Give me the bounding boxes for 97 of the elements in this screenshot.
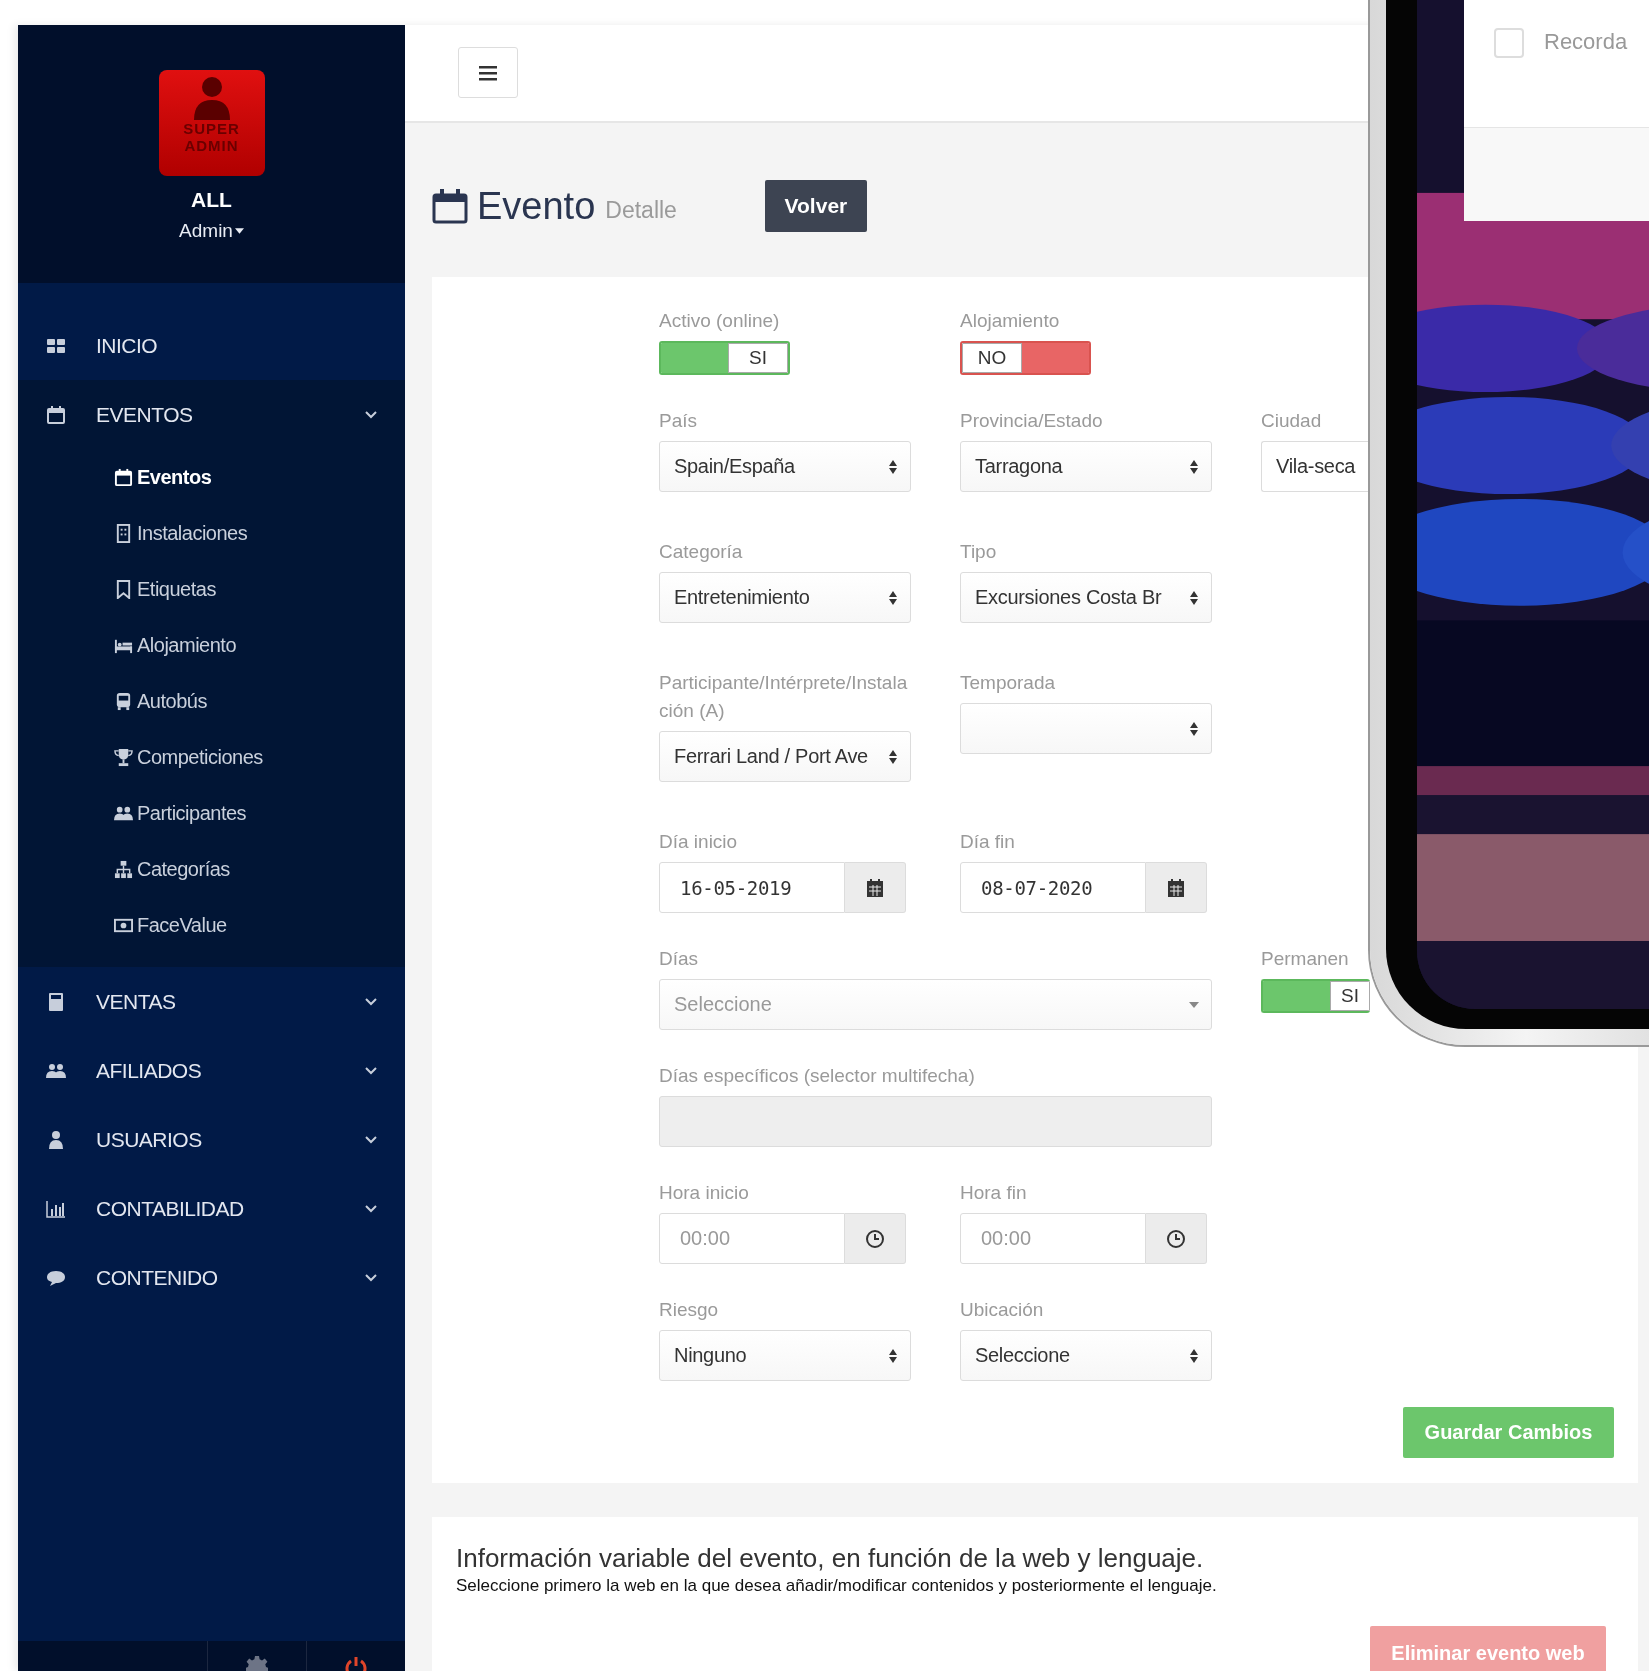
sort-arrows-icon — [1189, 589, 1199, 606]
page-subtitle: Detalle — [605, 196, 677, 224]
submenu-item[interactable]: Instalaciones — [18, 505, 405, 561]
menu-icon — [479, 64, 497, 81]
sort-arrows-icon — [1189, 720, 1199, 737]
submenu-item[interactable]: FaceValue — [18, 897, 405, 953]
calendar-icon — [432, 187, 468, 225]
sitemap-icon — [114, 859, 133, 879]
select-field[interactable] — [960, 703, 1212, 754]
badge-text: ADMIN — [184, 137, 239, 154]
field-label: Permanen — [1261, 947, 1350, 971]
trophy-icon — [114, 747, 133, 767]
field-label: País — [659, 409, 699, 433]
clock-icon — [1166, 1228, 1186, 1249]
sort-arrows-icon — [1189, 458, 1199, 475]
submenu-item[interactable]: Competiciones — [18, 729, 405, 785]
checkbox-label: Recorda — [1544, 29, 1628, 55]
clock-button[interactable] — [845, 1213, 906, 1264]
select-field[interactable]: Excursiones Costa Br — [960, 572, 1212, 623]
select-field[interactable]: Ferrari Land / Port Ave — [659, 731, 911, 782]
sort-arrows-icon — [888, 458, 898, 475]
calendar-button[interactable] — [1146, 862, 1207, 913]
select-field[interactable]: Ninguno — [659, 1330, 911, 1381]
submenu-item[interactable]: Participantes — [18, 785, 405, 841]
user-menu[interactable]: Admin — [179, 220, 244, 242]
calendar-button[interactable] — [845, 862, 906, 913]
caret-icon — [234, 228, 244, 234]
field-label: Día inicio — [659, 830, 739, 854]
field-label: Hora fin — [960, 1181, 1028, 1205]
person-icon — [191, 76, 232, 120]
nav-item[interactable]: EVENTOS — [18, 380, 405, 449]
checkbox[interactable] — [1494, 28, 1524, 58]
submenu-item[interactable]: Alojamiento — [18, 617, 405, 673]
select-field[interactable]: Seleccione — [960, 1330, 1212, 1381]
chevron-icon — [365, 997, 377, 1006]
field-label: Activo (online) — [659, 309, 781, 333]
section-title: Información variable del evento, en función de la web y lenguaje. — [456, 1543, 1205, 1574]
field-label: Categoría — [659, 540, 744, 564]
field-label: Días específicos (selector multifecha) — [659, 1064, 976, 1088]
submenu-item[interactable]: Categorías — [18, 841, 405, 897]
nav-item[interactable]: INICIO — [18, 311, 405, 380]
calendar-icon — [865, 877, 885, 898]
field-label: Días — [659, 947, 700, 971]
chevron-icon — [365, 410, 377, 419]
field-label: Provincia/Estado — [960, 409, 1104, 433]
chevron-icon — [365, 1135, 377, 1144]
calculator-icon — [46, 991, 66, 1012]
field-label: Hora inicio — [659, 1181, 750, 1205]
nav-item[interactable]: CONTENIDO — [18, 1243, 405, 1312]
back-button[interactable]: Volver — [764, 180, 867, 232]
toggle-switch[interactable]: SI — [1261, 979, 1370, 1013]
clock-icon — [865, 1228, 885, 1249]
nav-item[interactable]: VENTAS — [18, 967, 405, 1036]
submenu-item[interactable]: Autobús — [18, 673, 405, 729]
submenu-item[interactable]: Eventos — [18, 449, 405, 505]
field-label: Ciudad — [1261, 409, 1323, 433]
person-icon — [46, 1129, 66, 1150]
page-title: Evento — [477, 184, 596, 228]
menu-button[interactable] — [458, 47, 518, 98]
account-name: ALL — [191, 188, 232, 212]
select-field[interactable]: Tarragona — [960, 441, 1212, 492]
chevron-icon — [365, 1066, 377, 1075]
field-label: Día fin — [960, 830, 1016, 854]
calendar-icon — [46, 404, 66, 425]
bus-icon — [114, 691, 133, 711]
calendar-icon — [114, 467, 133, 487]
toggle-switch[interactable]: NO — [960, 341, 1091, 375]
calendar-icon — [1166, 877, 1186, 898]
field-label: Temporada — [960, 671, 1057, 695]
field-label: Participante/Intérprete/Instalación (A) — [659, 671, 909, 723]
toggle-switch[interactable]: SI — [659, 341, 790, 375]
submenu-item[interactable]: Etiquetas — [18, 561, 405, 617]
date-field[interactable]: 08-07-2020 — [960, 862, 1146, 913]
sort-arrows-icon — [888, 748, 898, 765]
building-icon — [114, 523, 133, 543]
caret-icon — [1189, 1001, 1199, 1008]
nav-item[interactable]: AFILIADOS — [18, 1036, 405, 1105]
field-label: Riesgo — [659, 1298, 720, 1322]
sort-arrows-icon — [888, 589, 898, 606]
field-label: Alojamiento — [960, 309, 1061, 333]
select-field[interactable]: Spain/España — [659, 441, 911, 492]
field-label: Ubicación — [960, 1298, 1045, 1322]
section-note: Seleccione primero la web en la que desea añadir/modificar contenidos y posteriormente el lenguaje. — [456, 1576, 1218, 1596]
field-label: Tipo — [960, 540, 998, 564]
clock-button[interactable] — [1146, 1213, 1207, 1264]
bar-chart-icon — [46, 1198, 66, 1219]
input-field[interactable]: Vila-seca — [1261, 441, 1370, 492]
nav-item[interactable]: CONTABILIDAD — [18, 1174, 405, 1243]
sort-arrows-icon — [1189, 1347, 1199, 1364]
nav-item[interactable]: USUARIOS — [18, 1105, 405, 1174]
chevron-icon — [365, 1273, 377, 1282]
bookmark-icon — [114, 579, 133, 599]
select-field[interactable]: Entretenimiento — [659, 572, 911, 623]
date-field[interactable]: 16-05-2019 — [659, 862, 845, 913]
badge-text: SUPER — [183, 120, 240, 137]
chevron-icon — [365, 1204, 377, 1213]
sort-arrows-icon — [888, 1347, 898, 1364]
